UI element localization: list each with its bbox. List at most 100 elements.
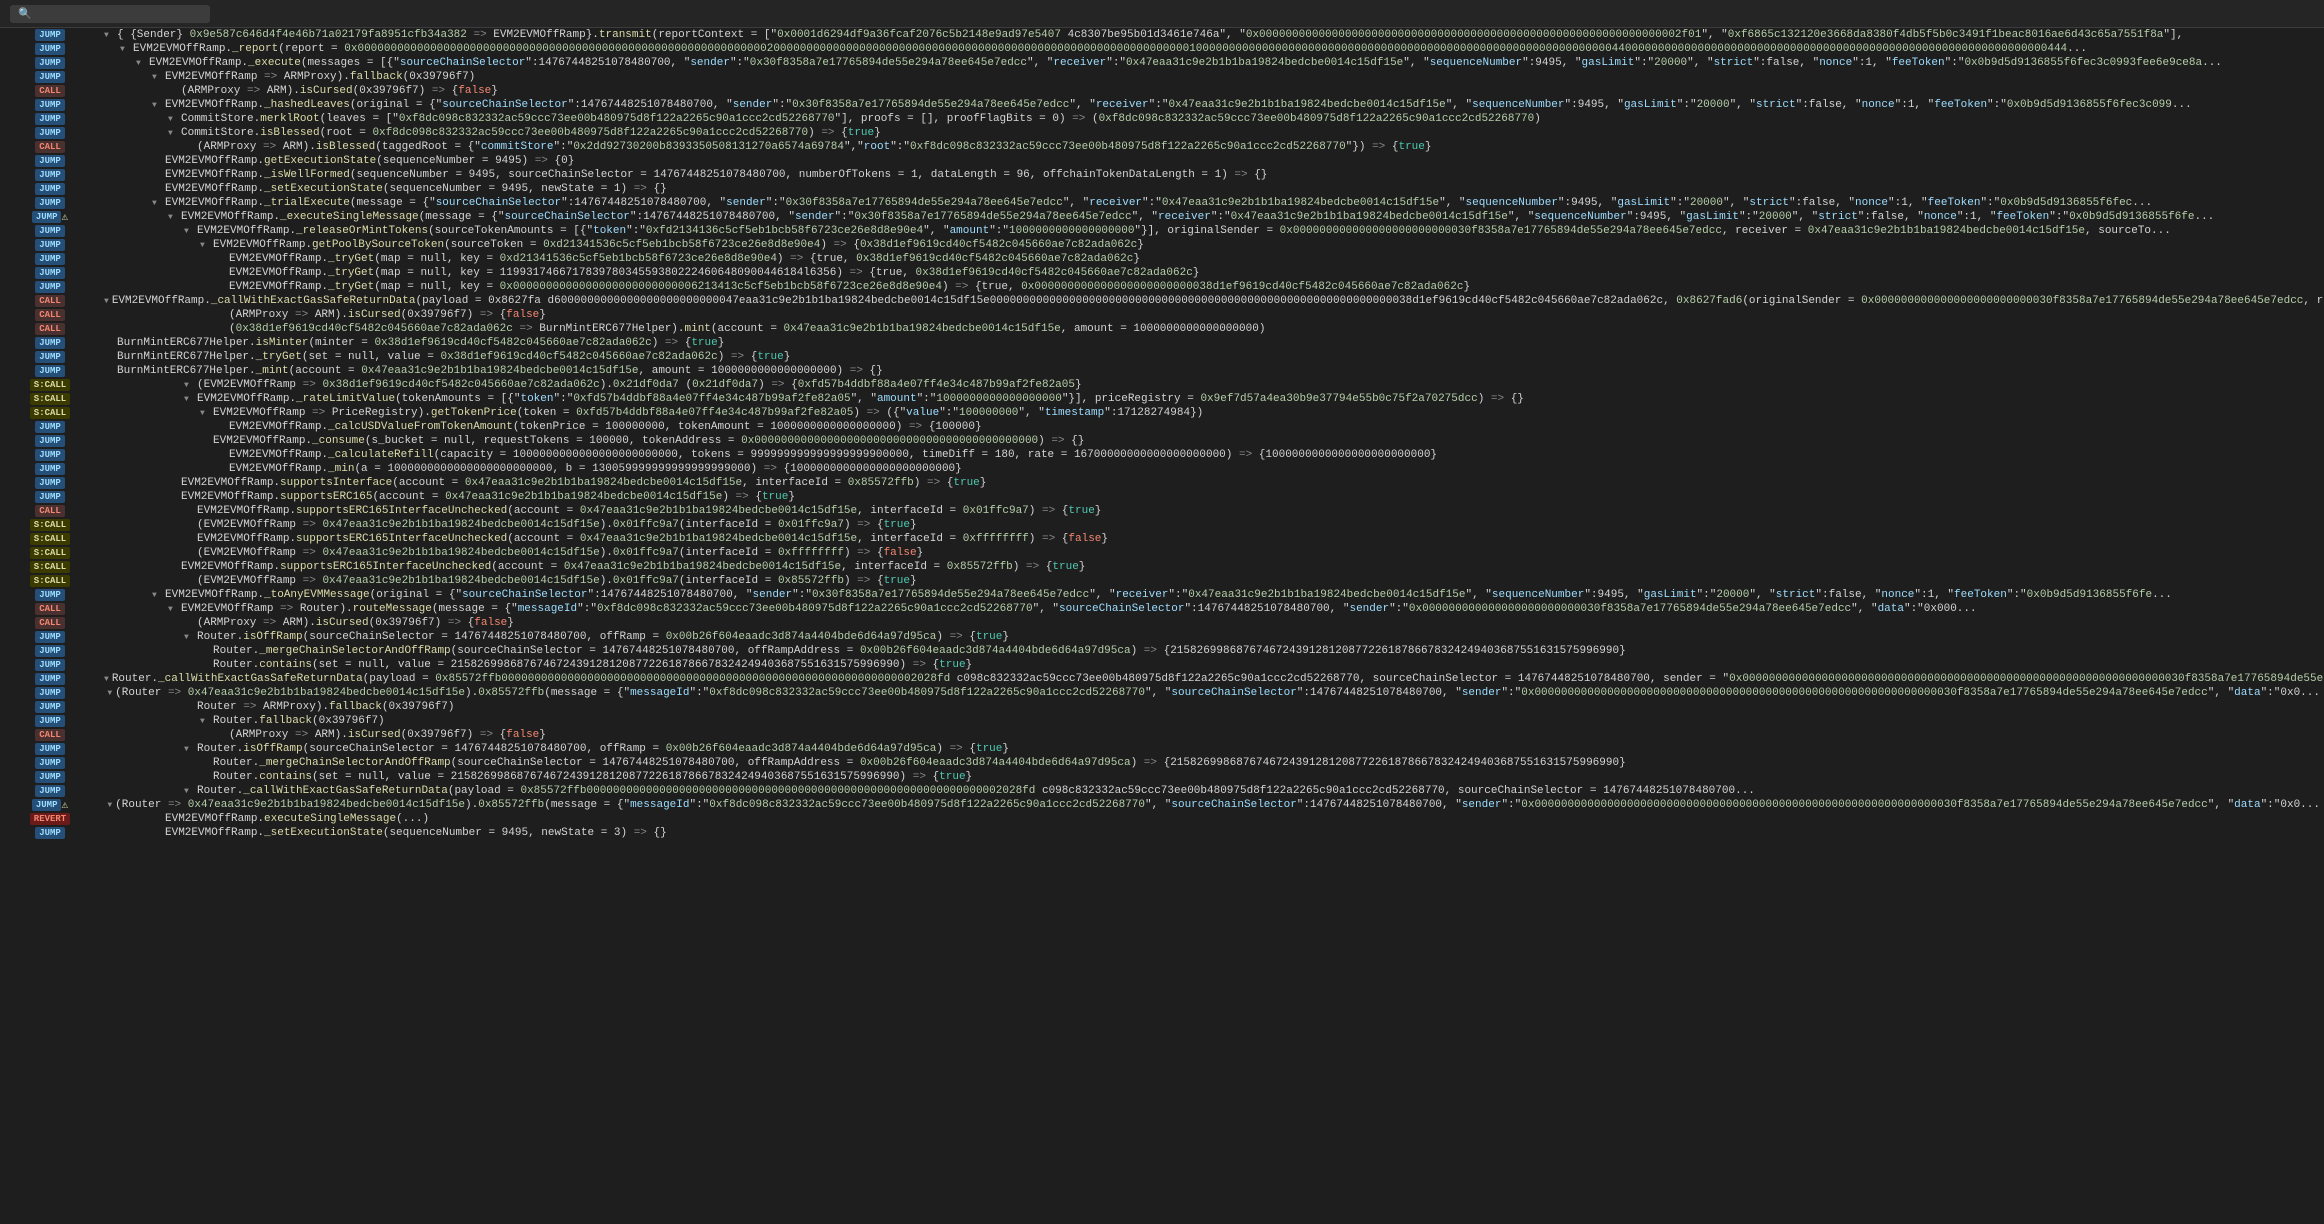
gutter-row: JUMP <box>0 238 100 252</box>
code-line: EVM2EVMOffRamp.getExecutionState(sequenc… <box>100 154 2324 168</box>
expand-arrow-open[interactable] <box>107 686 112 701</box>
expand-arrow-open[interactable] <box>104 28 114 43</box>
code-line: Router.isOffRamp(sourceChainSelector = 1… <box>100 742 2324 756</box>
line-content: Router.contains(set = null, value = 2158… <box>213 658 972 672</box>
code-line: EVM2EVMOffRamp.supportsERC165(account = … <box>100 490 2324 504</box>
search-icon: 🔍 <box>18 7 32 21</box>
code-line: (ARMProxy => ARM).isCursed(0x39796f7) =>… <box>100 84 2324 98</box>
expand-arrow-open[interactable] <box>200 406 210 421</box>
expand-arrow-open[interactable] <box>184 742 194 757</box>
badge-s-call: S:CALL <box>30 407 70 419</box>
code-line: Router => ARMProxy).fallback(0x39796f7) <box>100 700 2324 714</box>
expand-arrow-open[interactable] <box>184 630 194 645</box>
expand-arrow-open[interactable] <box>168 210 178 225</box>
code-line: EVM2EVMOffRamp => PriceRegistry).getToke… <box>100 406 2324 420</box>
badge-jump: JUMP <box>35 183 65 195</box>
expand-arrow-open[interactable] <box>200 238 210 253</box>
expand-arrow-open[interactable] <box>152 98 162 113</box>
badge-s-call: S:CALL <box>30 575 70 587</box>
code-line: EVM2EVMOffRamp._tryGet(map = null, key =… <box>100 252 2324 266</box>
code-line: EVM2EVMOffRamp._rateLimitValue(tokenAmou… <box>100 392 2324 406</box>
expand-arrow-open[interactable] <box>152 196 162 211</box>
expand-arrow-open[interactable] <box>184 378 194 393</box>
badge-jump: JUMP <box>35 477 65 489</box>
code-line: (Router => 0x47eaa31c9e2b1b1ba19824bedcb… <box>100 686 2324 700</box>
expand-arrow-open[interactable] <box>120 42 130 57</box>
expand-arrow-open[interactable] <box>107 798 112 813</box>
code-line: CommitStore.merklRoot(leaves = ["0xf8dc0… <box>100 112 2324 126</box>
code-line: (EVM2EVMOffRamp => 0x38d1ef9619cd40cf548… <box>100 378 2324 392</box>
line-content: (EVM2EVMOffRamp => 0x47eaa31c9e2b1b1ba19… <box>197 546 923 560</box>
badge-s-call: S:CALL <box>30 379 70 391</box>
code-line: CommitStore.isBlessed(root = 0xf8dc098c8… <box>100 126 2324 140</box>
line-content: EVM2EVMOffRamp._hashedLeaves(original = … <box>165 98 2192 112</box>
expand-arrow-open[interactable] <box>200 714 210 729</box>
code-line: EVM2EVMOffRamp.supportsInterface(account… <box>100 476 2324 490</box>
expand-arrow-open[interactable] <box>152 70 162 85</box>
line-content: EVM2EVMOffRamp._rateLimitValue(tokenAmou… <box>197 392 1524 406</box>
code-line: Router._callWithExactGasSafeReturnData(p… <box>100 784 2324 798</box>
badge-jump: JUMP <box>35 169 65 181</box>
gutter-row: JUMP <box>0 28 100 42</box>
gutter-row: JUMP <box>0 70 100 84</box>
gutter-row: CALL <box>0 504 100 518</box>
line-content: EVM2EVMOffRamp.executeSingleMessage(...) <box>165 812 429 826</box>
warning-icon: ⚠ <box>61 210 68 224</box>
expand-arrow-open[interactable] <box>168 602 178 617</box>
expand-arrow-open[interactable] <box>184 784 194 799</box>
gutter-row: JUMP <box>0 196 100 210</box>
line-content: EVM2EVMOffRamp._consume(s_bucket = null,… <box>213 434 1084 448</box>
code-line: EVM2EVMOffRamp => Router).routeMessage(m… <box>100 602 2324 616</box>
expand-arrow-open[interactable] <box>136 56 146 71</box>
badge-jump: JUMP <box>35 743 65 755</box>
line-content: CommitStore.isBlessed(root = 0xf8dc098c8… <box>181 126 881 140</box>
line-content: EVM2EVMOffRamp.supportsERC165InterfaceUn… <box>197 504 1101 518</box>
code-line: (ARMProxy => ARM).isCursed(0x39796f7) =>… <box>100 728 2324 742</box>
gutter-row: JUMP <box>0 714 100 728</box>
gutter-row: JUMP <box>0 770 100 784</box>
line-content: Router._callWithExactGasSafeReturnData(p… <box>112 672 2324 686</box>
code-line: EVM2EVMOffRamp.supportsERC165InterfaceUn… <box>100 504 2324 518</box>
code-line: (0x38d1ef9619cd40cf5482c045660ae7c82ada0… <box>100 322 2324 336</box>
code-area[interactable]: { {Sender} 0x9e587c646d4f4e46b71a02179fa… <box>100 28 2324 1224</box>
line-content: EVM2EVMOffRamp._execute(messages = [{"so… <box>149 56 2222 70</box>
expand-arrow-open[interactable] <box>184 392 194 407</box>
expand-arrow-open[interactable] <box>168 126 178 141</box>
expand-arrow-open[interactable] <box>168 112 178 127</box>
code-line: Router.contains(set = null, value = 2158… <box>100 770 2324 784</box>
badge-call: CALL <box>35 603 65 615</box>
badge-jump: JUMP <box>35 267 65 279</box>
expand-arrow-open[interactable] <box>104 672 109 687</box>
code-line: BurnMintERC677Helper._tryGet(set = null,… <box>100 350 2324 364</box>
expand-arrow-open[interactable] <box>184 224 194 239</box>
line-content: EVM2EVMOffRamp._tryGet(map = null, key =… <box>229 266 1199 280</box>
code-line: (Router => 0x47eaa31c9e2b1b1ba19824bedcb… <box>100 798 2324 812</box>
search-box[interactable]: 🔍 <box>10 5 210 23</box>
gutter-row: JUMP⚠ <box>0 798 100 812</box>
line-content: EVM2EVMOffRamp => Router).routeMessage(m… <box>181 602 1977 616</box>
line-content: EVM2EVMOffRamp._setExecutionState(sequen… <box>165 182 667 196</box>
line-content: Router.fallback(0x39796f7) <box>213 714 385 728</box>
gutter-row: JUMP <box>0 826 100 840</box>
line-content: (EVM2EVMOffRamp => 0x47eaa31c9e2b1b1ba19… <box>197 518 917 532</box>
gutter-row: CALL <box>0 84 100 98</box>
badge-jump: JUMP <box>32 799 62 811</box>
line-content: EVM2EVMOffRamp.getExecutionState(sequenc… <box>165 154 574 168</box>
line-content: Router.isOffRamp(sourceChainSelector = 1… <box>197 630 1009 644</box>
line-content: (EVM2EVMOffRamp => 0x47eaa31c9e2b1b1ba19… <box>197 574 917 588</box>
badge-s-call: S:CALL <box>30 393 70 405</box>
badge-jump: JUMP <box>35 225 65 237</box>
expand-arrow-open[interactable] <box>104 294 109 309</box>
line-content: (ARMProxy => ARM).isCursed(0x39796f7) =>… <box>229 728 546 742</box>
gutter-row: JUMP <box>0 350 100 364</box>
code-line: BurnMintERC677Helper.isMinter(minter = 0… <box>100 336 2324 350</box>
gutter-row: JUMP <box>0 112 100 126</box>
code-line: EVM2EVMOffRamp.getPoolBySourceToken(sour… <box>100 238 2324 252</box>
line-content: (EVM2EVMOffRamp => 0x38d1ef9619cd40cf548… <box>197 378 1082 392</box>
line-content: EVM2EVMOffRamp._trialExecute(message = {… <box>165 196 2152 210</box>
code-line: EVM2EVMOffRamp._callWithExactGasSafeRetu… <box>100 294 2324 308</box>
gutter-row: JUMP <box>0 266 100 280</box>
line-content: BurnMintERC677Helper._mint(account = 0x4… <box>117 364 883 378</box>
badge-jump: JUMP <box>35 687 65 699</box>
expand-arrow-open[interactable] <box>152 588 162 603</box>
